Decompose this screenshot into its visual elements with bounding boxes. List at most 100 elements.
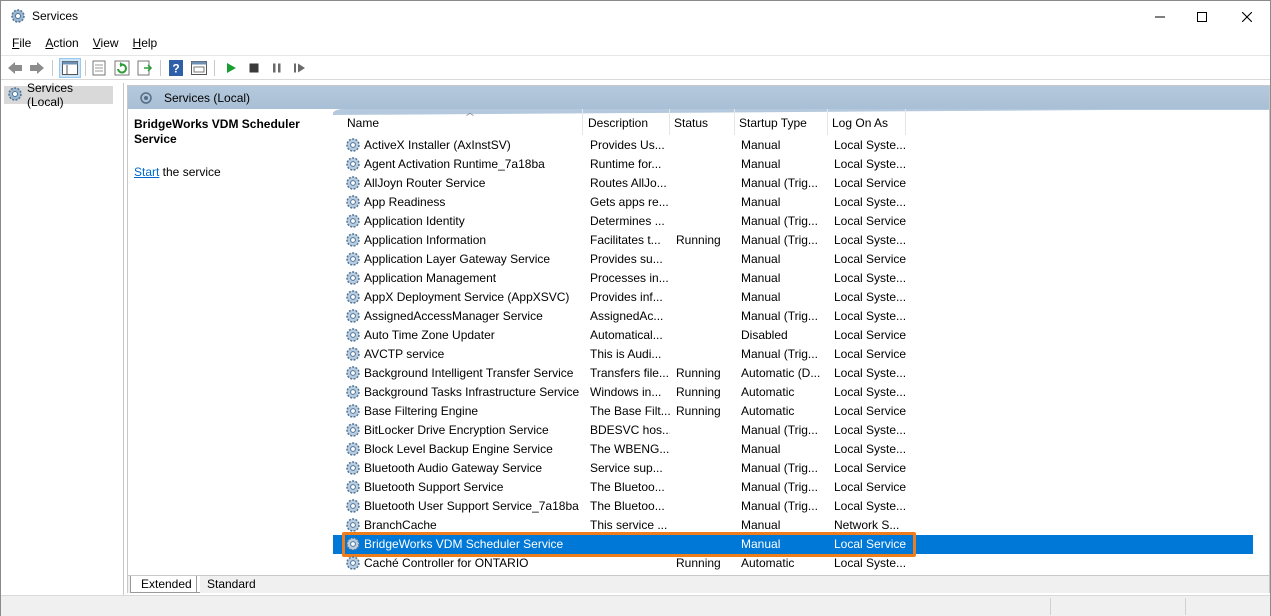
table-row-selected[interactable]: BridgeWorks VDM Scheduler Service Manual L… — [333, 535, 1253, 554]
service-log-on-as: Local Syste... — [834, 157, 907, 171]
table-row[interactable]: Agent Activation Runtime_7a18ba Runtime f… — [333, 155, 1253, 174]
table-row[interactable]: Bluetooth User Support Service_7a18ba The… — [333, 497, 1253, 516]
table-row[interactable]: BitLocker Drive Encryption Service BDESVC… — [333, 421, 1253, 440]
show-hide-tree-icon[interactable] — [59, 58, 81, 78]
service-description: Provides Us... — [590, 138, 665, 152]
service-name: Caché Controller for ONTARIO — [364, 556, 529, 570]
table-row[interactable]: Background Intelligent Transfer Service T… — [333, 364, 1253, 383]
service-description: The Bluetoo... — [590, 499, 665, 513]
help-icon[interactable]: ? — [167, 59, 185, 77]
service-log-on-as: Local Service — [834, 176, 907, 190]
service-gear-icon — [345, 137, 361, 153]
pause-service-icon[interactable] — [268, 59, 286, 77]
column-header-status[interactable]: Status — [670, 109, 735, 135]
refresh-icon[interactable] — [113, 59, 131, 77]
table-row[interactable]: Bluetooth Audio Gateway Service Service s… — [333, 459, 1253, 478]
service-log-on-as: Local Syste... — [834, 309, 907, 323]
table-row[interactable]: Base Filtering Engine The Base Filt... Run… — [333, 402, 1253, 421]
service-gear-icon — [345, 555, 361, 571]
service-startup-type: Manual (Trig... — [741, 233, 818, 247]
column-header-description[interactable]: Description — [584, 109, 670, 135]
details-pane: Services (Local) BridgeWorks VDM Schedul… — [127, 85, 1270, 593]
service-log-on-as: Local Syste... — [834, 233, 907, 247]
service-startup-type: Manual (Trig... — [741, 347, 818, 361]
table-row[interactable]: Background Tasks Infrastructure Service W… — [333, 383, 1253, 402]
service-description: Service sup... — [590, 461, 663, 475]
service-gear-icon — [345, 346, 361, 362]
service-name: App Readiness — [364, 195, 446, 209]
service-name: AllJoyn Router Service — [364, 176, 486, 190]
properties-icon[interactable] — [90, 59, 108, 77]
service-gear-icon — [345, 175, 361, 191]
service-log-on-as: Local Syste... — [834, 138, 907, 152]
service-startup-type: Manual — [741, 518, 781, 532]
table-row[interactable]: BranchCache This service ... Manual Network… — [333, 516, 1253, 535]
table-row[interactable]: Application Management Processes in... Man… — [333, 269, 1253, 288]
restart-service-icon[interactable] — [291, 59, 309, 77]
service-gear-icon — [345, 403, 361, 419]
table-row[interactable]: Auto Time Zone Updater Automatical... Disa… — [333, 326, 1253, 345]
back-icon[interactable] — [6, 59, 24, 77]
column-header-startup-type[interactable]: Startup Type — [735, 109, 828, 135]
minimize-button[interactable] — [1137, 1, 1183, 32]
table-row[interactable]: AppX Deployment Service (AppXSVC) Provide… — [333, 288, 1253, 307]
service-status: Running — [676, 404, 721, 418]
tree-item-services-local[interactable]: Services (Local) — [4, 81, 113, 109]
service-name: Bluetooth Support Service — [364, 480, 504, 494]
service-gear-icon — [345, 460, 361, 476]
service-startup-type: Automatic (D... — [741, 366, 821, 380]
service-name: Bluetooth User Support Service_7a18ba — [364, 499, 579, 513]
service-startup-type: Manual (Trig... — [741, 309, 818, 323]
service-description-panel: BridgeWorks VDM Scheduler Service Start … — [128, 109, 333, 576]
column-header-name[interactable]: ︿ Name — [343, 109, 583, 135]
service-action-suffix: the service — [159, 165, 221, 179]
service-log-on-as: Local Syste... — [834, 366, 907, 380]
stop-service-icon[interactable] — [245, 59, 263, 77]
pane-header-title: Services (Local) — [164, 91, 251, 105]
service-log-on-as: Network S... — [834, 518, 900, 532]
forward-icon[interactable] — [28, 59, 46, 77]
service-name: Base Filtering Engine — [364, 404, 479, 418]
table-row[interactable]: Application Layer Gateway Service Provide… — [333, 250, 1253, 269]
service-startup-type: Manual — [741, 537, 781, 551]
menu-action[interactable]: Action — [38, 36, 85, 50]
start-service-link[interactable]: Start — [134, 165, 159, 179]
service-log-on-as: Local Service — [834, 537, 907, 551]
service-gear-icon — [345, 517, 361, 533]
service-gear-icon — [345, 441, 361, 457]
service-gear-icon — [345, 422, 361, 438]
console-view-icon[interactable] — [190, 59, 208, 77]
service-startup-type: Manual (Trig... — [741, 176, 818, 190]
table-row[interactable]: AssignedAccessManager Service AssignedAc.… — [333, 307, 1253, 326]
service-log-on-as: Local Syste... — [834, 499, 907, 513]
column-header-log-on-as[interactable]: Log On As — [828, 109, 906, 135]
tab-extended[interactable]: Extended — [130, 576, 200, 593]
service-name: Application Management — [364, 271, 497, 285]
table-row[interactable]: AllJoyn Router Service Routes AllJo... Man… — [333, 174, 1253, 193]
tab-standard[interactable]: Standard — [196, 576, 264, 593]
service-gear-icon — [345, 498, 361, 514]
table-row[interactable]: App Readiness Gets apps re... Manual Local … — [333, 193, 1253, 212]
table-row[interactable]: ActiveX Installer (AxInstSV) Provides Us.… — [333, 136, 1253, 155]
tree-item-label: Services (Local) — [27, 81, 74, 109]
table-row[interactable]: AVCTP service This is Audi... Manual (Trig… — [333, 345, 1253, 364]
export-list-icon[interactable] — [136, 59, 154, 77]
close-button[interactable] — [1224, 1, 1270, 32]
table-row[interactable]: Caché Controller for ONTARIO Running Autom… — [333, 554, 1253, 573]
menu-view[interactable]: View — [86, 36, 126, 50]
table-row[interactable]: Block Level Backup Engine Service The WBE… — [333, 440, 1253, 459]
menu-help[interactable]: Help — [126, 36, 165, 50]
service-name: AssignedAccessManager Service — [364, 309, 543, 323]
maximize-button[interactable] — [1179, 1, 1225, 32]
view-tabs: Extended Standard — [128, 575, 1269, 593]
table-row[interactable]: Application Information Facilitates t... R… — [333, 231, 1253, 250]
service-description: This is Audi... — [590, 347, 662, 361]
service-log-on-as: Local Syste... — [834, 442, 907, 456]
menu-file[interactable]: File — [5, 36, 38, 50]
service-log-on-as: Local Service — [834, 480, 907, 494]
table-row[interactable]: Bluetooth Support Service The Bluetoo... M… — [333, 478, 1253, 497]
service-log-on-as: Local Service — [834, 252, 907, 266]
start-service-icon[interactable] — [222, 59, 240, 77]
table-row[interactable]: Application Identity Determines ... Manual… — [333, 212, 1253, 231]
service-name: BitLocker Drive Encryption Service — [364, 423, 549, 437]
